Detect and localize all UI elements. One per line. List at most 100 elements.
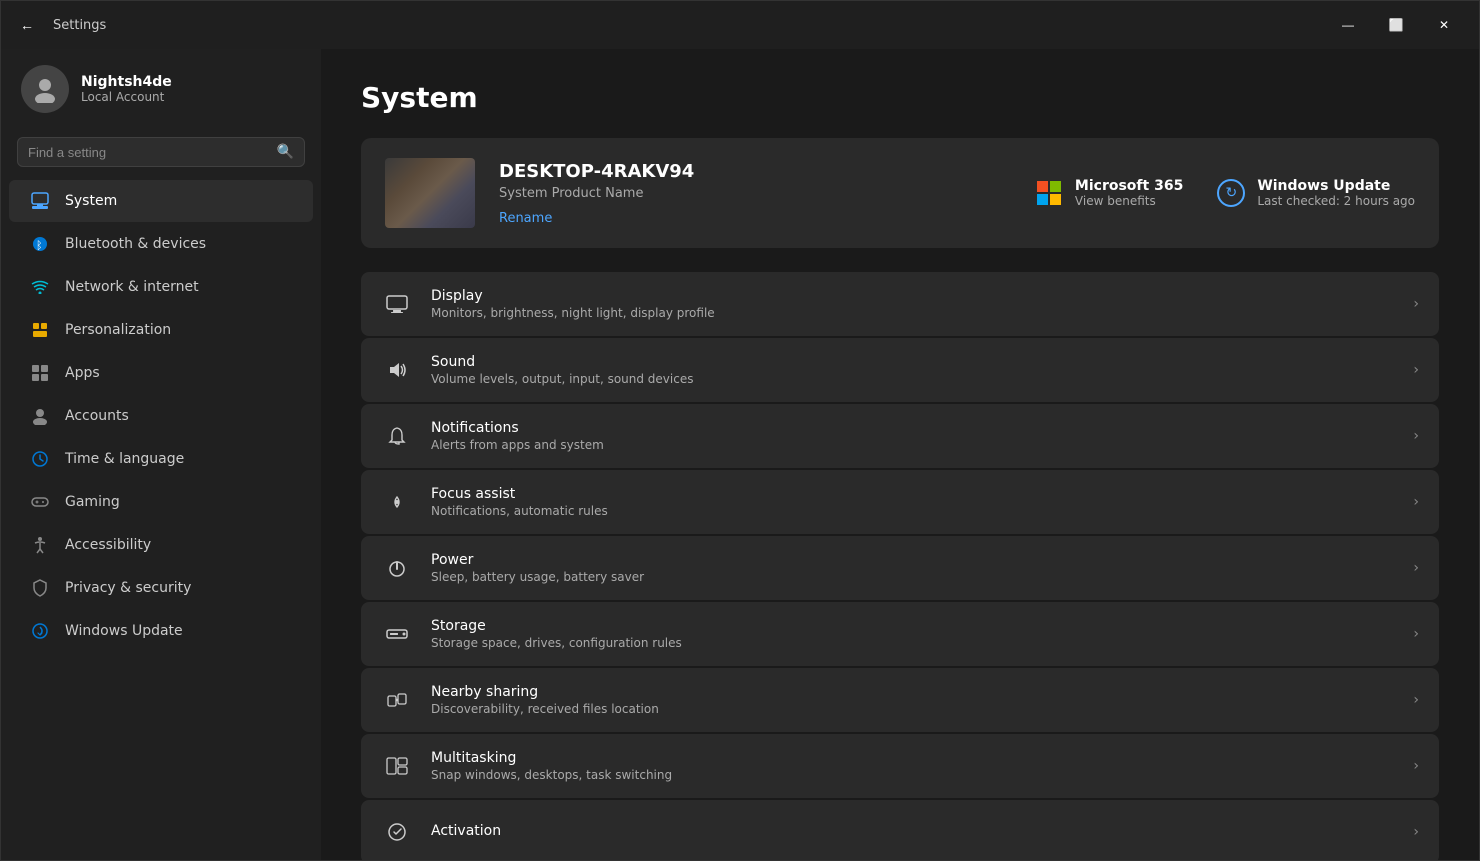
time-icon [29, 448, 51, 470]
privacy-icon [29, 577, 51, 599]
window-controls: — ⬜ ✕ [1325, 9, 1467, 41]
sound-icon [381, 354, 413, 386]
settings-item-multitasking[interactable]: Multitasking Snap windows, desktops, tas… [361, 734, 1439, 798]
system-icon [29, 190, 51, 212]
user-type: Local Account [81, 90, 172, 104]
winupdate-subtitle: Last checked: 2 hours ago [1257, 194, 1415, 208]
system-image-placeholder [385, 158, 475, 228]
storage-label: Storage [431, 618, 1395, 634]
personalization-icon [29, 319, 51, 341]
multitasking-label: Multitasking [431, 750, 1395, 766]
notifications-label: Notifications [431, 420, 1395, 436]
nearby-label: Nearby sharing [431, 684, 1395, 700]
search-box[interactable]: 🔍 [17, 137, 305, 167]
sidebar-item-update[interactable]: Windows Update [9, 610, 313, 652]
settings-item-focus[interactable]: Focus assist Notifications, automatic ru… [361, 470, 1439, 534]
system-widgets: Microsoft 365 View benefits ↻ Windows Up… [1033, 177, 1415, 209]
sidebar-item-time[interactable]: Time & language [9, 438, 313, 480]
sidebar-label-update: Windows Update [65, 623, 183, 639]
sidebar-label-network: Network & internet [65, 279, 199, 295]
multitasking-chevron: › [1413, 758, 1419, 774]
ms365-subtitle[interactable]: View benefits [1075, 194, 1183, 208]
page-title: System [361, 81, 1439, 114]
storage-chevron: › [1413, 626, 1419, 642]
computer-name: DESKTOP-4RAKV94 [499, 161, 1009, 182]
settings-item-nearby[interactable]: Nearby sharing Discoverability, received… [361, 668, 1439, 732]
titlebar-left: ← Settings [13, 11, 106, 39]
activation-chevron: › [1413, 824, 1419, 840]
storage-text: Storage Storage space, drives, configura… [431, 618, 1395, 650]
activation-label: Activation [431, 823, 1395, 839]
nearby-chevron: › [1413, 692, 1419, 708]
svg-text:ᛒ: ᛒ [36, 239, 43, 252]
settings-item-power[interactable]: Power Sleep, battery usage, battery save… [361, 536, 1439, 600]
power-desc: Sleep, battery usage, battery saver [431, 570, 1395, 584]
display-text: Display Monitors, brightness, night ligh… [431, 288, 1395, 320]
focus-label: Focus assist [431, 486, 1395, 502]
nearby-desc: Discoverability, received files location [431, 702, 1395, 716]
sidebar-label-personalization: Personalization [65, 322, 171, 338]
apps-icon [29, 362, 51, 384]
settings-item-display[interactable]: Display Monitors, brightness, night ligh… [361, 272, 1439, 336]
system-details: DESKTOP-4RAKV94 System Product Name Rena… [499, 161, 1009, 226]
sound-chevron: › [1413, 362, 1419, 378]
sound-text: Sound Volume levels, output, input, soun… [431, 354, 1395, 386]
system-info-card: DESKTOP-4RAKV94 System Product Name Rena… [361, 138, 1439, 248]
winupdate-widget: ↻ Windows Update Last checked: 2 hours a… [1215, 177, 1415, 209]
sidebar-item-accounts[interactable]: Accounts [9, 395, 313, 437]
search-input[interactable] [28, 145, 269, 160]
sidebar-item-accessibility[interactable]: Accessibility [9, 524, 313, 566]
sidebar-item-apps[interactable]: Apps [9, 352, 313, 394]
main-content: Nightsh4de Local Account 🔍 [1, 49, 1479, 860]
notifications-icon [381, 420, 413, 452]
settings-list: Display Monitors, brightness, night ligh… [361, 272, 1439, 860]
settings-item-storage[interactable]: Storage Storage space, drives, configura… [361, 602, 1439, 666]
display-desc: Monitors, brightness, night light, displ… [431, 306, 1395, 320]
user-info: Nightsh4de Local Account [81, 74, 172, 104]
sidebar-item-bluetooth[interactable]: ᛒ Bluetooth & devices [9, 223, 313, 265]
multitasking-text: Multitasking Snap windows, desktops, tas… [431, 750, 1395, 782]
power-label: Power [431, 552, 1395, 568]
sidebar-label-accessibility: Accessibility [65, 537, 151, 553]
search-icon: 🔍 [277, 144, 294, 160]
storage-icon [381, 618, 413, 650]
multitasking-desc: Snap windows, desktops, task switching [431, 768, 1395, 782]
focus-desc: Notifications, automatic rules [431, 504, 1395, 518]
sidebar-item-network[interactable]: Network & internet [9, 266, 313, 308]
multitasking-icon [381, 750, 413, 782]
ms365-title: Microsoft 365 [1075, 178, 1183, 194]
titlebar: ← Settings — ⬜ ✕ [1, 1, 1479, 49]
system-image [385, 158, 475, 228]
display-chevron: › [1413, 296, 1419, 312]
maximize-button[interactable]: ⬜ [1373, 9, 1419, 41]
bluetooth-icon: ᛒ [29, 233, 51, 255]
winupdate-text: Windows Update Last checked: 2 hours ago [1257, 178, 1415, 208]
rename-link[interactable]: Rename [499, 211, 552, 226]
nearby-icon [381, 684, 413, 716]
display-label: Display [431, 288, 1395, 304]
settings-item-sound[interactable]: Sound Volume levels, output, input, soun… [361, 338, 1439, 402]
sidebar-label-gaming: Gaming [65, 494, 120, 510]
product-name: System Product Name [499, 186, 1009, 201]
avatar [21, 65, 69, 113]
focus-icon [381, 486, 413, 518]
minimize-button[interactable]: — [1325, 9, 1371, 41]
update-icon [29, 620, 51, 642]
close-button[interactable]: ✕ [1421, 9, 1467, 41]
sidebar-item-system[interactable]: System [9, 180, 313, 222]
gaming-icon [29, 491, 51, 513]
sidebar-label-apps: Apps [65, 365, 100, 381]
notifications-text: Notifications Alerts from apps and syste… [431, 420, 1395, 452]
sidebar-item-personalization[interactable]: Personalization [9, 309, 313, 351]
sound-desc: Volume levels, output, input, sound devi… [431, 372, 1395, 386]
settings-window: ← Settings — ⬜ ✕ Nightsh4de Local A [0, 0, 1480, 861]
sidebar: Nightsh4de Local Account 🔍 [1, 49, 321, 860]
back-button[interactable]: ← [13, 11, 41, 39]
sidebar-item-privacy[interactable]: Privacy & security [9, 567, 313, 609]
settings-item-activation[interactable]: Activation › [361, 800, 1439, 860]
winupdate-title: Windows Update [1257, 178, 1415, 194]
accessibility-icon [29, 534, 51, 556]
activation-text: Activation [431, 823, 1395, 841]
settings-item-notifications[interactable]: Notifications Alerts from apps and syste… [361, 404, 1439, 468]
sidebar-item-gaming[interactable]: Gaming [9, 481, 313, 523]
